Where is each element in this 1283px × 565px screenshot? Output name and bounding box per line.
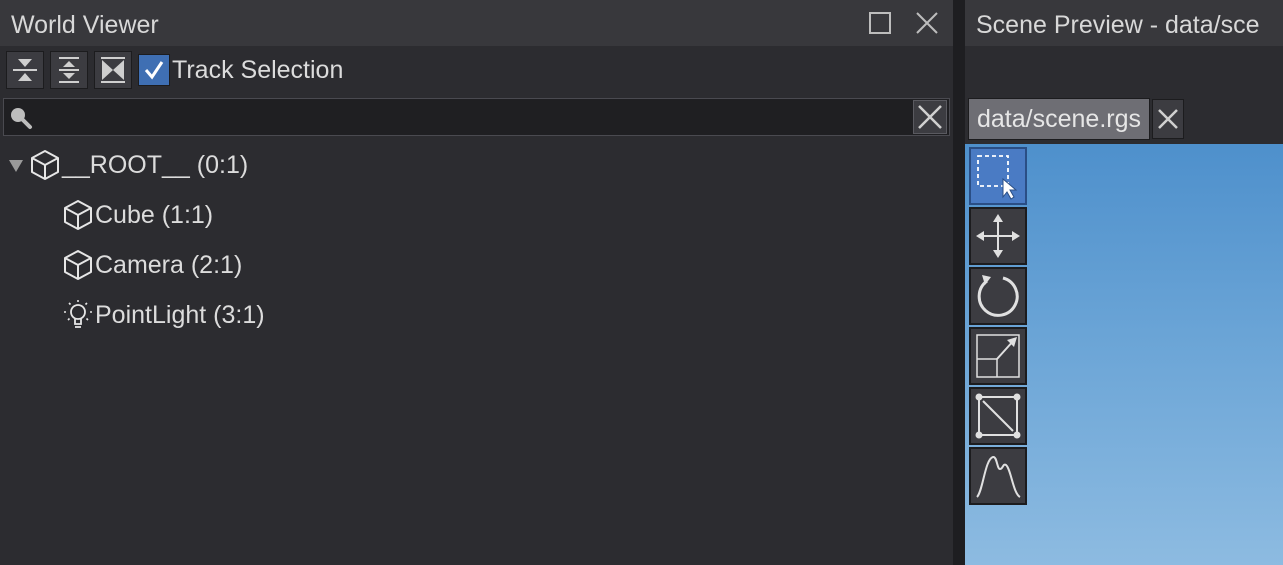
select-tool-button[interactable] (969, 147, 1027, 205)
close-tab-button[interactable] (1152, 99, 1184, 139)
move-tool-button[interactable] (969, 207, 1027, 265)
tab-label: data/scene.rgs (977, 104, 1141, 133)
expand-all-icon (59, 57, 79, 83)
rect-tool-button[interactable] (969, 387, 1027, 445)
tree-item-cube[interactable]: Cube (1:1) (61, 192, 213, 238)
tree-item-label: Cube (1:1) (95, 200, 214, 229)
scene-preview-titlebar: Scene Preview - data/sce (965, 0, 1283, 46)
marquee-select-icon (977, 155, 1018, 200)
rotate-icon (977, 275, 1019, 317)
world-viewer-panel: World Viewer Track Selection __ROOT__ (0… (0, 0, 953, 565)
collapse-all-button[interactable] (6, 51, 44, 89)
world-viewer-titlebar: World Viewer (0, 0, 953, 46)
cube-icon (28, 148, 62, 182)
cube-icon (61, 248, 95, 282)
close-button[interactable] (914, 10, 940, 36)
maximize-icon (869, 12, 891, 34)
world-viewer-title: World Viewer (11, 11, 159, 39)
world-viewer-toolbar: Track Selection (6, 51, 343, 89)
tree-item-label: Camera (2:1) (95, 250, 243, 279)
document-tabs: data/scene.rgs (968, 98, 1184, 140)
maximize-button[interactable] (867, 10, 893, 36)
checkmark-icon (144, 61, 164, 80)
tree-item-pointlight[interactable]: PointLight (3:1) (61, 292, 265, 338)
scene-viewport[interactable] (965, 144, 1283, 565)
close-icon (916, 12, 938, 34)
search-input[interactable] (38, 101, 908, 131)
tree-item-camera[interactable]: Camera (2:1) (61, 242, 242, 288)
clear-icon (918, 105, 942, 129)
tree-item-label: PointLight (3:1) (95, 300, 265, 329)
hourglass-collapse-icon (101, 57, 125, 83)
terrain-peak-icon (976, 456, 1021, 498)
scene-preview-title: Scene Preview - data/sce (976, 11, 1260, 39)
track-selection-label: Track Selection (172, 55, 344, 84)
panel-splitter[interactable] (953, 0, 965, 565)
collapse-all-icon (13, 59, 37, 81)
transform-toolbar (969, 147, 1027, 507)
search-icon (11, 108, 32, 129)
move-arrows-icon (976, 214, 1020, 258)
cube-icon (61, 198, 95, 232)
close-icon (1158, 109, 1178, 129)
rotate-tool-button[interactable] (969, 267, 1027, 325)
terrain-tool-button[interactable] (969, 447, 1027, 505)
scene-preview-panel: Scene Preview - data/sce data/scene.rgs (965, 0, 1283, 565)
tree-item-root[interactable]: __ROOT__ (0:1) (28, 142, 248, 188)
tab-scene-rgs[interactable]: data/scene.rgs (968, 98, 1150, 140)
track-selection-checkbox[interactable] (138, 54, 170, 86)
collapse-to-selection-button[interactable] (94, 51, 132, 89)
search-bar (3, 98, 950, 136)
clear-search-button[interactable] (913, 100, 947, 134)
rect-transform-icon (975, 393, 1021, 439)
scale-tool-button[interactable] (969, 327, 1027, 385)
tree-item-label: __ROOT__ (0:1) (62, 150, 249, 179)
expand-arrow-icon[interactable] (8, 157, 24, 173)
expand-all-button[interactable] (50, 51, 88, 89)
lightbulb-icon (61, 298, 95, 332)
scale-icon (976, 334, 1020, 378)
